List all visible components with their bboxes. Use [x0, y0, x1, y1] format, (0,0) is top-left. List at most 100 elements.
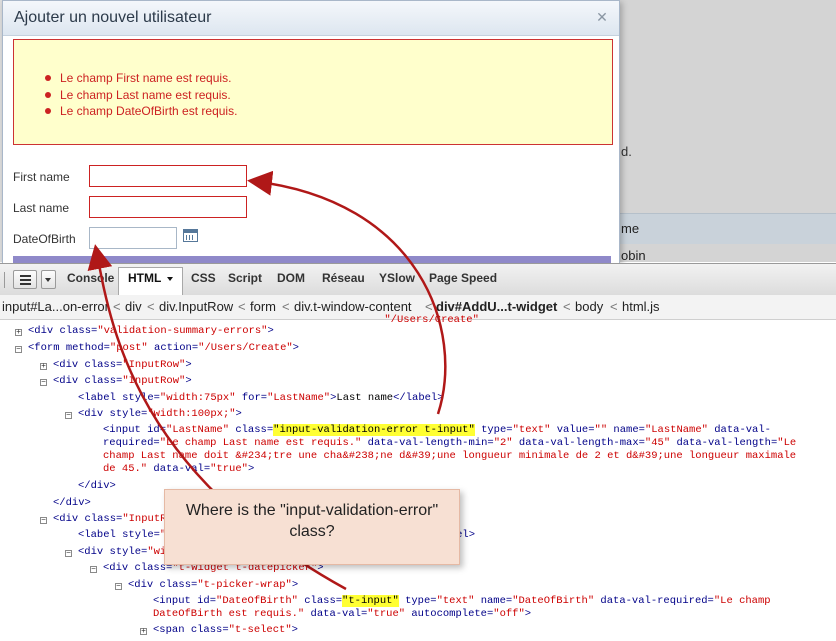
code-token: style= — [109, 408, 148, 420]
breadcrumb-separator: < — [282, 299, 290, 314]
breadcrumb-separator: < — [610, 299, 618, 314]
breadcrumb-item[interactable]: body — [575, 299, 603, 314]
menu-icon[interactable] — [13, 270, 37, 289]
code-line[interactable]: <span class="t-select"> — [153, 624, 298, 636]
code-line[interactable]: <input id="DateOfBirth" class="t-input" … — [153, 595, 771, 607]
code-line[interactable]: <div class="t-picker-wrap"> — [128, 579, 298, 591]
code-token: > — [524, 608, 532, 620]
background-table-cell: obin — [621, 248, 646, 263]
collapse-toggle-icon[interactable]: − — [15, 346, 22, 354]
tab-yslow[interactable]: YSlow — [379, 271, 415, 285]
code-token: "width:100px;" — [147, 408, 236, 420]
collapse-toggle-icon[interactable]: − — [115, 583, 122, 591]
expand-toggle-icon[interactable]: + — [140, 628, 147, 636]
code-line-selected[interactable]: <input id="LastName" class="input-valida… — [103, 424, 771, 436]
dialog-titlebar: Ajouter un nouvel utilisateur ✕ — [3, 1, 619, 36]
expand-toggle-icon[interactable]: + — [15, 329, 22, 337]
breadcrumb-separator: < — [113, 299, 121, 314]
collapse-toggle-icon[interactable]: − — [40, 379, 47, 387]
code-line[interactable]: </div> — [53, 497, 91, 509]
code-token: style= — [122, 392, 160, 404]
chevron-down-icon[interactable] — [41, 270, 56, 289]
code-token: "off" — [493, 608, 525, 620]
code-token: class= — [84, 375, 123, 387]
code-token: for= — [235, 392, 268, 404]
collapse-toggle-icon[interactable]: − — [65, 550, 72, 558]
add-user-dialog: Ajouter un nouvel utilisateur ✕ Le champ… — [2, 0, 620, 263]
code-token: style= — [122, 529, 160, 541]
panel-edge — [0, 272, 5, 288]
code-line[interactable]: <div style="width:100px;"> — [78, 408, 242, 420]
breadcrumb-item[interactable]: div.t-window-content — [294, 299, 412, 314]
tab-html[interactable]: HTML — [128, 271, 161, 285]
breadcrumb-item[interactable]: div — [125, 299, 142, 314]
code-token: action= — [147, 342, 199, 354]
code-token: data-val= — [147, 463, 211, 475]
code-token: "Le — [777, 437, 797, 449]
date-of-birth-input[interactable] — [89, 227, 177, 249]
code-token: <div — [53, 513, 85, 525]
expand-toggle-icon[interactable]: + — [40, 363, 47, 371]
breadcrumb-item[interactable]: html.js — [622, 299, 660, 314]
annotation-callout: Where is the "input-validation-error" cl… — [164, 489, 460, 565]
code-token: type= — [474, 424, 513, 436]
tab-script[interactable]: Script — [228, 271, 262, 285]
collapse-toggle-icon[interactable]: − — [40, 517, 47, 525]
code-token: class= — [84, 359, 123, 371]
code-token: data-val-length-max= — [512, 437, 645, 449]
code-token: "true" — [367, 608, 406, 620]
code-token: <input — [103, 424, 148, 436]
breadcrumb-item[interactable]: div.InputRow — [159, 299, 233, 314]
tab-console[interactable]: Console — [67, 271, 114, 285]
breadcrumb-item-current[interactable]: div#AddU...t-widget — [436, 299, 557, 314]
close-icon[interactable]: ✕ — [595, 10, 609, 24]
validation-error-item: Le champ Last name est requis. — [44, 87, 237, 104]
code-line[interactable]: <label style="width:75px" for="LastName"… — [78, 392, 444, 404]
tab-dom[interactable]: DOM — [277, 271, 305, 285]
code-token: DateOfBirth est requis." — [153, 608, 305, 620]
breadcrumb-separator: < — [147, 299, 155, 314]
code-token: "Le champ Last name est requis." — [159, 437, 362, 449]
code-token: <label — [78, 392, 123, 404]
code-token: de 45." — [103, 463, 148, 475]
code-token: champ Last name doit &#234;tre une cha&#… — [103, 450, 797, 462]
tab-page-speed[interactable]: Page Speed — [429, 271, 497, 285]
code-line[interactable]: DateOfBirth est requis." data-val="true"… — [153, 608, 531, 620]
code-line[interactable]: <div class="InputRow"> — [53, 375, 192, 387]
code-token: "" — [594, 424, 608, 436]
chevron-down-icon[interactable] — [167, 277, 173, 284]
code-line[interactable]: required="Le champ Last name est requis.… — [103, 437, 796, 449]
code-token: class= — [229, 424, 274, 436]
validation-error-item: Le champ DateOfBirth est requis. — [44, 104, 238, 118]
first-name-label: First name — [13, 170, 70, 184]
breadcrumb-item[interactable]: input#La...on-error — [2, 299, 109, 314]
code-token: <label — [78, 529, 123, 541]
code-token: "InputRow" — [122, 359, 186, 371]
code-token: "Le champ — [713, 595, 771, 607]
code-token: </div> — [53, 497, 91, 509]
code-token: <div — [78, 408, 110, 420]
code-token: <form — [28, 342, 66, 354]
code-token: "DateOfBirth" — [512, 595, 595, 607]
collapse-toggle-icon[interactable]: − — [65, 412, 72, 420]
collapse-toggle-icon[interactable]: − — [90, 566, 97, 574]
code-line[interactable]: <div class="InputRow"> — [53, 359, 192, 371]
tab-reseau[interactable]: Réseau — [322, 271, 365, 285]
code-line[interactable]: <form method="post" action="/Users/Creat… — [28, 342, 299, 354]
calendar-icon[interactable] — [183, 229, 198, 242]
code-line[interactable]: de 45." data-val="true"> — [103, 463, 254, 475]
breadcrumb-separator: < — [563, 299, 571, 314]
code-token: "45" — [644, 437, 671, 449]
tab-css[interactable]: CSS — [191, 271, 216, 285]
breadcrumb-item[interactable]: form — [250, 299, 276, 314]
code-line[interactable]: </div> — [78, 480, 116, 492]
first-name-input[interactable] — [89, 165, 247, 187]
code-token: class= — [190, 624, 229, 636]
code-line[interactable]: champ Last name doit &#234;tre une cha&#… — [103, 450, 796, 462]
code-token: </div> — [78, 480, 116, 492]
last-name-input[interactable] — [89, 196, 247, 218]
dialog-button-bar — [13, 256, 611, 263]
validation-summary: Le champ First name est requis. Le champ… — [13, 39, 613, 145]
validation-error-item: Le champ First name est requis. — [44, 70, 237, 87]
code-line[interactable]: <div class="validation-summary-errors"> — [28, 325, 274, 337]
